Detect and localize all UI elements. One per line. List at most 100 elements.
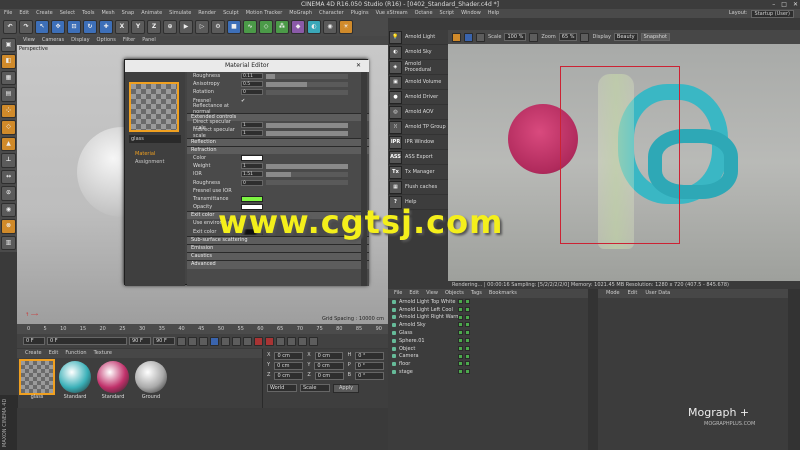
checkbox-icon[interactable]: ✔ xyxy=(241,98,245,104)
viewport-menu-filter[interactable]: Filter xyxy=(123,36,135,45)
object-menu-bookmarks[interactable]: Bookmarks xyxy=(489,289,517,298)
param-slider[interactable] xyxy=(266,89,348,95)
keyframe-selection-icon[interactable] xyxy=(276,336,285,346)
reflectance-row[interactable]: Reflectance at normal xyxy=(187,103,369,115)
material-ball[interactable] xyxy=(97,361,129,393)
material-menu-texture[interactable]: Texture xyxy=(94,349,112,358)
visibility-icon[interactable] xyxy=(458,361,463,367)
axis-mode-icon[interactable]: ⊥ xyxy=(1,153,16,168)
material-ball[interactable] xyxy=(59,361,91,393)
material-editor-scrollbar[interactable] xyxy=(361,72,367,286)
plugin-arnold-driver[interactable]: ● Arnold Driver xyxy=(388,90,448,105)
x-axis-icon[interactable]: X xyxy=(115,20,129,34)
camera-icon[interactable]: ◉ xyxy=(323,20,337,34)
menu-mograph[interactable]: MoGraph xyxy=(289,9,312,18)
object-menu-file[interactable]: File xyxy=(394,289,402,298)
spline-icon[interactable]: ∿ xyxy=(243,20,257,34)
material-ball[interactable] xyxy=(19,359,55,395)
material-menu-edit[interactable]: Edit xyxy=(49,349,59,358)
menu-vue-xstream[interactable]: Vue xStream xyxy=(376,9,408,18)
texture-mode-icon[interactable]: ▦ xyxy=(1,70,16,86)
snapshot-button[interactable]: Snapshot xyxy=(640,33,670,41)
visibility-icon[interactable] xyxy=(458,322,463,328)
menu-snap[interactable]: Snap xyxy=(122,9,135,18)
plugin-arnold-procedural[interactable]: ◈ Arnold Procedural xyxy=(388,60,448,75)
menu-octane[interactable]: Octane xyxy=(415,9,433,18)
object-menu-edit[interactable]: Edit xyxy=(409,289,419,298)
transmittance-row[interactable]: Transmittance xyxy=(187,195,369,203)
cube-icon[interactable]: ■ xyxy=(227,20,241,34)
viewport-menu-view[interactable]: View xyxy=(23,36,35,45)
object-row[interactable]: Arnold Sky xyxy=(388,321,588,329)
apply-button[interactable]: Apply xyxy=(333,384,360,393)
param-slider[interactable] xyxy=(266,180,348,186)
enabled-check-icon[interactable] xyxy=(465,330,470,336)
record-icon[interactable] xyxy=(254,336,263,346)
menu-motion-tracker[interactable]: Motion Tracker xyxy=(246,9,283,18)
material-name-field[interactable]: glass xyxy=(129,135,181,143)
material-swatch[interactable]: glass xyxy=(19,359,55,405)
object-row[interactable]: Glass xyxy=(388,329,588,337)
go-to-end-icon[interactable] xyxy=(243,336,252,346)
deformer-icon[interactable]: ◆ xyxy=(291,20,305,34)
tweak-icon[interactable]: ↔ xyxy=(1,169,16,185)
plugin-arnold-aov[interactable]: ◎ Arnold AOV xyxy=(388,105,448,120)
plugin-ass-export[interactable]: ASS ASS Export xyxy=(388,150,448,165)
coord-position-field[interactable]: 0 cm xyxy=(274,362,304,370)
close-icon[interactable]: ✕ xyxy=(356,60,361,72)
menu-select[interactable]: Select xyxy=(60,9,75,18)
layout-dropdown[interactable]: Startup (User) xyxy=(750,10,794,18)
object-row[interactable]: floor xyxy=(388,360,588,368)
render-region-icon[interactable] xyxy=(476,32,485,42)
menu-window[interactable]: Window xyxy=(461,9,481,18)
side-tabs-left[interactable] xyxy=(588,289,598,450)
coord-size-dropdown[interactable]: Scale xyxy=(300,384,330,392)
visibility-icon[interactable] xyxy=(458,353,463,359)
enabled-check-icon[interactable] xyxy=(465,306,470,312)
menu-character[interactable]: Character xyxy=(319,9,344,18)
timeline-ruler[interactable]: 0 5 10 15 20 25 30 35 40 45 50 55 60 65 70 75 80 85 90 xyxy=(17,324,388,334)
rotation-key-icon[interactable] xyxy=(309,336,318,346)
planar-workplane-icon[interactable]: ▥ xyxy=(1,235,16,251)
object-menu-objects[interactable]: Objects xyxy=(445,289,464,298)
visibility-icon[interactable] xyxy=(458,369,463,375)
object-menu-view[interactable]: View xyxy=(426,289,438,298)
color-swatch[interactable] xyxy=(241,154,263,161)
scale-icon[interactable]: ⊡ xyxy=(67,20,81,34)
render-image[interactable] xyxy=(448,44,800,281)
object-row[interactable]: Object xyxy=(388,345,588,353)
object-menu-tags[interactable]: Tags xyxy=(471,289,482,298)
refraction-color-row[interactable]: Color xyxy=(187,154,369,162)
scale-key-icon[interactable] xyxy=(298,336,307,346)
fit-icon[interactable] xyxy=(529,32,539,42)
object-row[interactable]: Camera xyxy=(388,353,588,361)
visibility-icon[interactable] xyxy=(458,345,463,351)
menu-file[interactable]: File xyxy=(4,9,12,18)
play-icon[interactable] xyxy=(210,336,219,346)
viewport-menu-options[interactable]: Options xyxy=(97,36,116,45)
close-icon[interactable]: ✕ xyxy=(793,0,798,9)
param-value-field[interactable]: 0 xyxy=(241,89,263,96)
viewport-menu-display[interactable]: Display xyxy=(71,36,89,45)
attr-menu-edit[interactable]: Edit xyxy=(628,289,638,298)
menu-render[interactable]: Render xyxy=(198,9,216,18)
material-swatch[interactable]: Standard xyxy=(97,361,129,405)
start-frame-field[interactable]: 0 F xyxy=(23,337,45,345)
menu-tools[interactable]: Tools xyxy=(82,9,94,18)
param-slider[interactable] xyxy=(266,81,348,87)
plugin-arnold-tp-group[interactable]: ⁙ Arnold TP Group xyxy=(388,120,448,135)
menu-simulate[interactable]: Simulate xyxy=(169,9,191,18)
enabled-check-icon[interactable] xyxy=(465,314,470,320)
advanced-section[interactable]: Advanced xyxy=(187,260,369,269)
viewport-menu-panel[interactable]: Panel xyxy=(142,36,156,45)
environment-icon[interactable]: ◐ xyxy=(307,20,321,34)
menu-mesh[interactable]: Mesh xyxy=(101,9,114,18)
material-swatch[interactable]: Ground xyxy=(135,361,167,405)
redo-icon[interactable]: ↷ xyxy=(19,20,33,34)
minimize-icon[interactable]: – xyxy=(772,0,775,9)
array-icon[interactable]: ⁂ xyxy=(275,20,289,34)
next-frame-icon[interactable] xyxy=(221,336,230,346)
move-icon[interactable]: ✥ xyxy=(51,20,65,34)
menu-create[interactable]: Create xyxy=(36,9,53,18)
param-slider[interactable] xyxy=(266,171,348,177)
